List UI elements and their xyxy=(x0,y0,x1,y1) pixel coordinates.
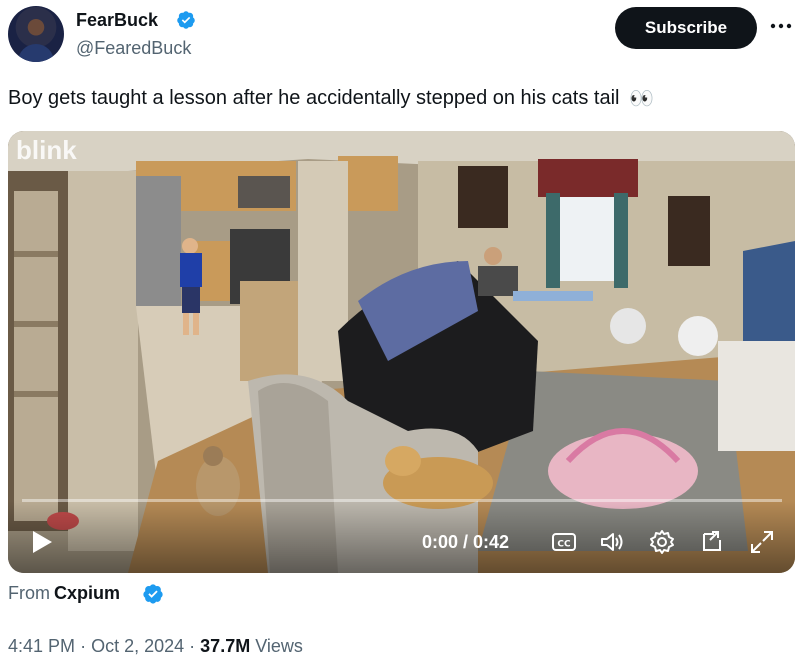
video-watermark: blink xyxy=(16,135,77,165)
cc-icon[interactable]: CC xyxy=(550,528,578,556)
play-icon[interactable] xyxy=(30,529,54,555)
tweet-text: Boy gets taught a lesson after he accide… xyxy=(8,86,654,111)
verified-badge-icon xyxy=(177,11,195,29)
popout-icon[interactable] xyxy=(698,528,726,556)
source-prefix: From xyxy=(8,583,50,603)
tweet-date[interactable]: Oct 2, 2024 xyxy=(91,636,184,656)
tweet-meta: 4:41 PM · Oct 2, 2024 · 37.7M Views xyxy=(8,636,303,657)
video-player[interactable]: blink 0:00 / 0:42 CC xyxy=(8,131,795,573)
views-label: Views xyxy=(255,636,303,656)
views-count: 37.7M xyxy=(200,636,251,656)
verified-badge-icon xyxy=(143,584,163,604)
source-attribution: From Cxpium xyxy=(8,583,120,604)
progress-bar[interactable] xyxy=(22,499,782,502)
video-controls xyxy=(8,501,795,573)
source-name[interactable]: Cxpium xyxy=(54,583,120,603)
fullscreen-icon[interactable] xyxy=(748,528,776,556)
svg-text:CC: CC xyxy=(557,540,571,550)
more-options-icon[interactable] xyxy=(769,16,793,36)
meta-separator: · xyxy=(189,636,196,656)
handle[interactable]: @FearedBuck xyxy=(76,38,191,59)
settings-icon[interactable] xyxy=(648,528,676,556)
tweet-time[interactable]: 4:41 PM xyxy=(8,636,75,656)
subscribe-button[interactable]: Subscribe xyxy=(615,7,757,49)
tweet-body: Boy gets taught a lesson after he accide… xyxy=(8,86,620,109)
meta-separator: · xyxy=(80,636,87,656)
volume-icon[interactable] xyxy=(598,528,626,556)
display-name[interactable]: FearBuck xyxy=(76,10,158,31)
video-time: 0:00 / 0:42 xyxy=(422,532,510,552)
avatar[interactable] xyxy=(8,6,64,62)
tweet-header: FearBuck @FearedBuck Subscribe xyxy=(0,0,800,70)
eyes-emoji: 👀 xyxy=(629,88,654,110)
